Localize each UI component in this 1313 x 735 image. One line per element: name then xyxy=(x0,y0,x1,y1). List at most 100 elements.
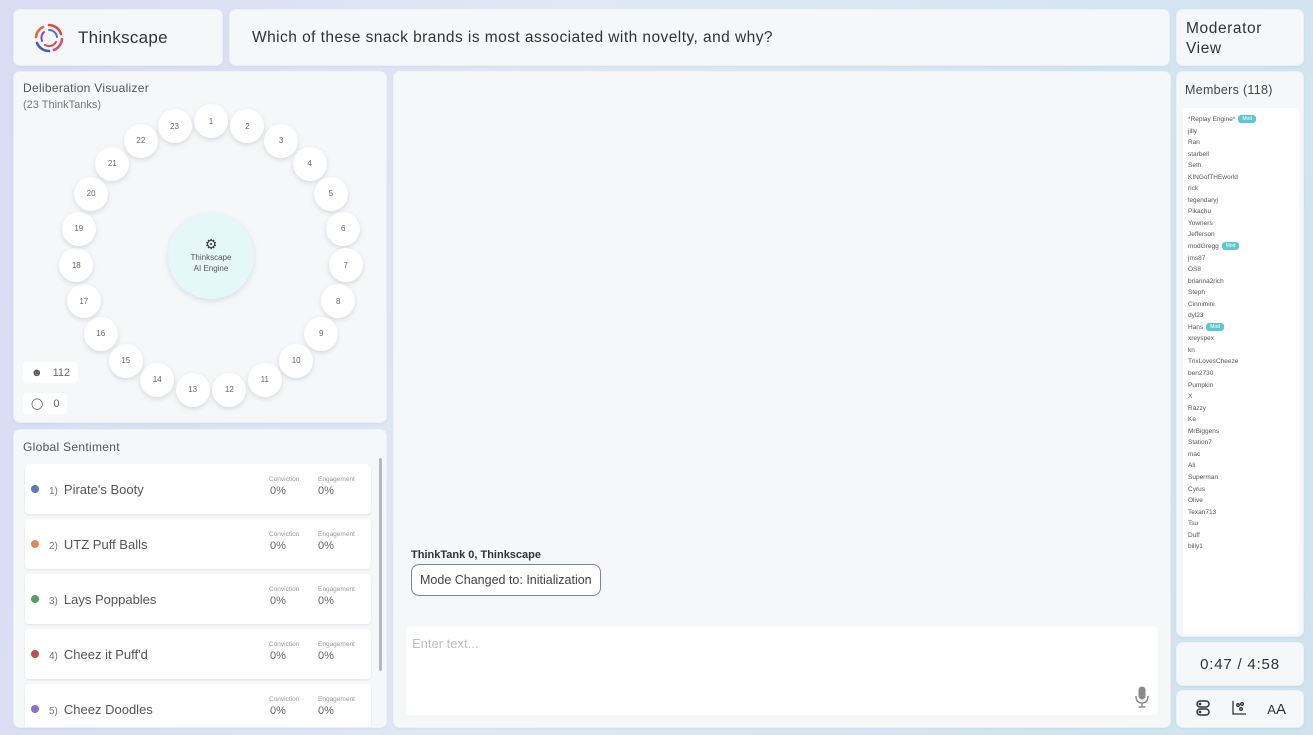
thinktank-node[interactable]: 13 xyxy=(175,372,210,407)
conviction-value: 0% xyxy=(270,705,286,717)
chat-input[interactable] xyxy=(406,627,1158,715)
member-item[interactable]: Texan713 xyxy=(1188,507,1299,519)
member-item[interactable]: jilly xyxy=(1188,126,1299,138)
sentiment-title: Global Sentiment xyxy=(23,440,120,454)
member-item[interactable]: brianna2rich xyxy=(1188,276,1299,288)
member-item[interactable]: Pumpkin xyxy=(1188,380,1299,392)
sentiment-scrollbar[interactable] xyxy=(379,458,382,671)
conviction-value: 0% xyxy=(270,540,286,552)
member-item[interactable]: Superman xyxy=(1188,472,1299,484)
thinktank-node[interactable]: 16 xyxy=(83,316,118,351)
member-item[interactable]: Station7 xyxy=(1188,437,1299,449)
member-item[interactable]: Pikachu xyxy=(1188,206,1299,218)
member-item[interactable]: xreyspex xyxy=(1188,333,1299,345)
member-item[interactable]: TrixLovesCheeze xyxy=(1188,356,1299,368)
member-item[interactable]: kn xyxy=(1188,345,1299,357)
thinktank-node[interactable]: 23 xyxy=(157,109,192,143)
member-item[interactable]: KINGofTHEworld xyxy=(1188,172,1299,184)
member-name: Pikachu xyxy=(1188,208,1212,216)
question-text: Which of these snack brands is most asso… xyxy=(252,28,773,46)
thinktank-node[interactable]: 6 xyxy=(326,211,361,246)
member-item[interactable]: Duff xyxy=(1188,530,1299,542)
sentiment-row[interactable]: 1) Pirate's Booty Conviction Engagement 0% 0% xyxy=(25,464,371,514)
thinktank-node[interactable]: 10 xyxy=(279,343,314,378)
member-item[interactable]: billy1 xyxy=(1188,541,1299,553)
microphone-icon[interactable] xyxy=(1135,686,1149,708)
member-item[interactable]: OS8 xyxy=(1188,264,1299,276)
thinktank-node[interactable]: 5 xyxy=(313,176,348,211)
thinktank-node[interactable]: 9 xyxy=(304,316,339,351)
database-icon[interactable] xyxy=(1192,699,1214,719)
member-item[interactable]: Ke xyxy=(1188,414,1299,426)
thinktank-node[interactable]: 2 xyxy=(230,109,265,143)
question-panel: Which of these snack brands is most asso… xyxy=(230,10,1169,65)
thinktank-node[interactable]: 22 xyxy=(123,123,158,158)
member-item[interactable]: Steph xyxy=(1188,287,1299,299)
thinktank-node[interactable]: 8 xyxy=(321,284,356,319)
sentiment-row[interactable]: 3) Lays Poppables Conviction Engagement 0% 0% xyxy=(25,574,371,624)
member-item[interactable]: starbell xyxy=(1188,149,1299,161)
members-list[interactable]: *Replay Engine* Mod jilly Ran starbell Seth KI… xyxy=(1183,108,1299,634)
sentiment-row[interactable]: 2) UTZ Puff Balls Conviction Engagement 0% 0% xyxy=(25,519,371,569)
thinktank-node[interactable]: 14 xyxy=(140,362,175,397)
thinktank-node[interactable]: 17 xyxy=(66,284,101,319)
member-name: modGregg xyxy=(1188,243,1219,251)
users-icon: ☻ xyxy=(31,366,43,379)
member-name: Ke xyxy=(1188,416,1196,424)
member-item[interactable]: Cinnimini xyxy=(1188,299,1299,311)
member-item[interactable]: mac xyxy=(1188,449,1299,461)
conviction-value: 0% xyxy=(270,650,286,662)
member-item[interactable]: Razzy xyxy=(1188,403,1299,415)
member-name: mac xyxy=(1188,450,1201,458)
member-item[interactable]: dyl23 xyxy=(1188,310,1299,322)
tools-panel: AA xyxy=(1177,691,1303,727)
sentiment-row[interactable]: 5) Cheez Doodles Conviction Engagement 0% 0% xyxy=(25,684,371,727)
text-size-icon[interactable]: AA xyxy=(1266,701,1288,718)
member-name: Station7 xyxy=(1188,439,1212,447)
member-item[interactable]: Tsu xyxy=(1188,518,1299,530)
member-item[interactable]: Olive xyxy=(1188,495,1299,507)
option-name: Lays Poppables xyxy=(63,592,157,607)
member-item[interactable]: Ran xyxy=(1188,137,1299,149)
member-name: KINGofTHEworld xyxy=(1188,173,1238,181)
member-item[interactable]: MrBiggens xyxy=(1188,426,1299,438)
member-item[interactable]: rick xyxy=(1188,183,1299,195)
thinktank-node[interactable]: 4 xyxy=(292,146,327,181)
thinktank-node[interactable]: 21 xyxy=(95,146,130,181)
member-item[interactable]: modGregg Mod xyxy=(1188,241,1299,253)
engagement-header: Engagement xyxy=(318,641,355,648)
thinktank-node[interactable]: 15 xyxy=(108,343,143,378)
member-item[interactable]: *Replay Engine* Mod xyxy=(1188,114,1299,126)
thinktank-node[interactable]: 11 xyxy=(247,362,282,397)
member-item[interactable]: Yowners xyxy=(1188,218,1299,230)
member-item[interactable]: Ali xyxy=(1188,460,1299,472)
member-item[interactable]: legendaryj xyxy=(1188,195,1299,207)
member-item[interactable]: Jefferson xyxy=(1188,229,1299,241)
thinktank-node[interactable]: 3 xyxy=(264,123,299,158)
option-color-dot xyxy=(31,650,39,658)
member-name: jilly xyxy=(1188,127,1198,135)
member-item[interactable]: X xyxy=(1188,391,1299,403)
conviction-value: 0% xyxy=(270,595,286,607)
sentiment-row[interactable]: 4) Cheez it Puff'd Conviction Engagement 0% 0… xyxy=(25,629,371,679)
thinktank-node[interactable]: 12 xyxy=(212,372,247,407)
member-name: *Replay Engine* xyxy=(1188,116,1236,123)
engine-label-line1: Thinkscape xyxy=(190,252,232,262)
thinktank-node[interactable]: 19 xyxy=(61,211,96,246)
thinktank-node[interactable]: 7 xyxy=(328,248,363,283)
member-item[interactable]: jms87 xyxy=(1188,253,1299,265)
option-name: UTZ Puff Balls xyxy=(63,537,148,552)
member-name: Cinnimini xyxy=(1188,300,1215,308)
member-item[interactable]: ben2730 xyxy=(1188,368,1299,380)
member-item[interactable]: Hans Mod xyxy=(1188,322,1299,334)
scatter-chart-icon[interactable] xyxy=(1229,700,1251,718)
thinktank-node[interactable]: 18 xyxy=(59,248,94,283)
member-name: jms87 xyxy=(1188,254,1206,262)
member-item[interactable]: Seth xyxy=(1188,160,1299,172)
moderator-view-label: Moderator View xyxy=(1186,20,1263,57)
member-item[interactable]: Cyrus xyxy=(1188,484,1299,496)
ai-engine-node[interactable]: ⚙ Thinkscape AI Engine xyxy=(168,213,254,299)
thinktank-node[interactable]: 20 xyxy=(74,176,109,211)
thinktank-node[interactable]: 1 xyxy=(194,104,228,138)
option-index: 2) xyxy=(49,541,58,552)
